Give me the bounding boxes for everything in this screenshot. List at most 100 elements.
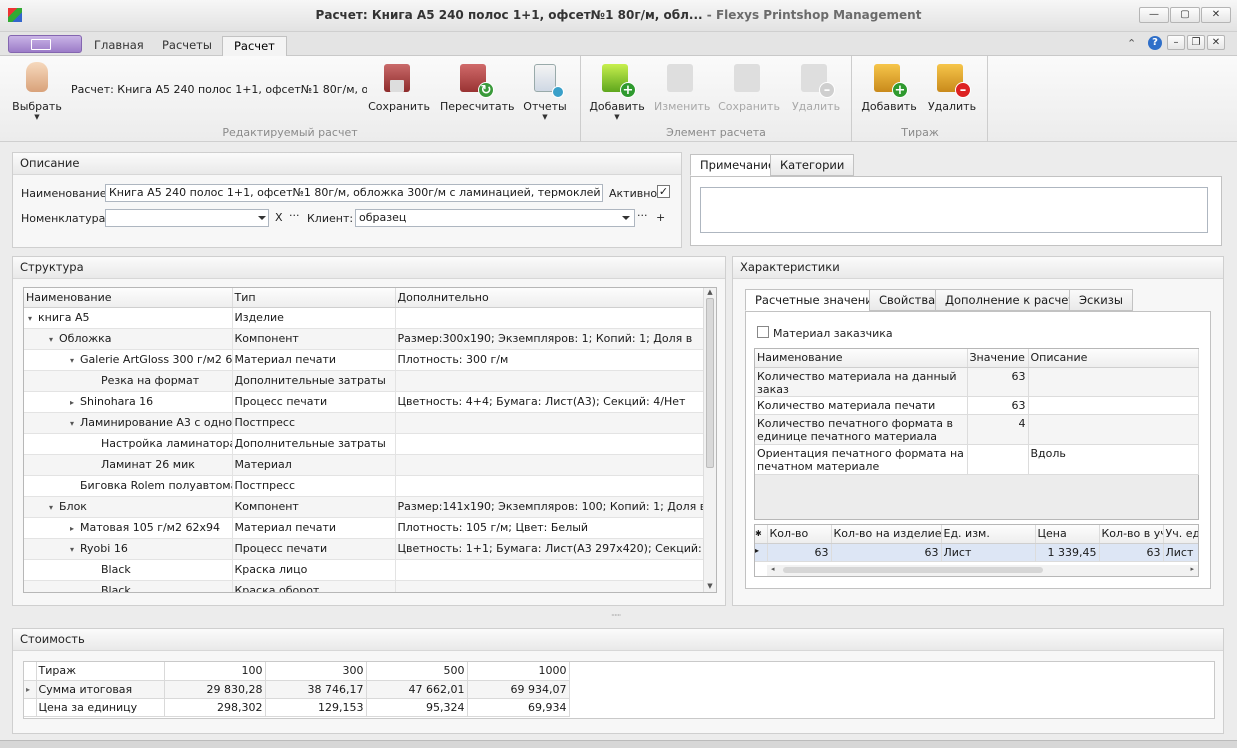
column-header-name[interactable]: Наименование <box>755 349 968 368</box>
tree-cell-name[interactable]: ▾ Обложка <box>24 328 233 350</box>
mdi-restore-button[interactable]: ❐ <box>1187 35 1205 50</box>
column-header-type[interactable]: Тип <box>232 288 396 308</box>
name-input[interactable]: Книга А5 240 полос 1+1, офсет№1 80г/м, о… <box>105 184 603 202</box>
scroll-thumb[interactable] <box>706 298 714 468</box>
add-element-button[interactable]: + Добавить ▼ <box>589 60 645 121</box>
delete-element-button[interactable]: – Удалить <box>788 60 844 113</box>
tree-row[interactable]: ▾ Обложка Компонент Размер:300x190; Экземпл… <box>24 328 705 350</box>
tree-cell-name[interactable]: Биговка Rolem полуавтомат <box>24 475 233 497</box>
tree-scrollbar[interactable]: ▲ ▼ <box>703 288 716 592</box>
tree-row[interactable]: ▸ Shinohara 16 Процесс печати Цветность: 4+… <box>24 391 705 413</box>
column-header-sub-3[interactable]: Цена <box>1035 525 1100 544</box>
tree-row[interactable]: ▾ Блок Компонент Размер:141x190; Экземпляро… <box>24 496 705 518</box>
maximize-button[interactable]: ▢ <box>1170 7 1200 23</box>
value-row[interactable]: Количество материала на данный заказ 63 <box>755 367 1199 397</box>
tree-cell-name[interactable]: ▾ Ламинирование А3 с одной <box>24 412 233 434</box>
tree-row[interactable]: Ламинат 26 мик Материал <box>24 454 705 476</box>
value-row[interactable]: Количество материала печати 63 <box>755 396 1199 415</box>
tree-cell-name[interactable]: Настройка ламинатора <box>24 433 233 455</box>
tree-cell-name[interactable]: ▾ Блок <box>24 496 233 518</box>
column-header-value[interactable]: Значение <box>967 349 1029 368</box>
expand-icon[interactable]: ▸ <box>70 524 80 533</box>
select-button[interactable]: Выбрать ▼ <box>10 60 64 121</box>
cost-row[interactable]: Цена за единицу 298,302 129,153 95,324 69,93… <box>24 698 570 717</box>
column-header-sub-2[interactable]: Ед. изм. <box>941 525 1036 544</box>
value-row[interactable]: Количество печатного формата в единице п… <box>755 414 1199 445</box>
tab-calculated-values[interactable]: Расчетные значения <box>745 289 890 311</box>
tree-cell-name[interactable]: ▸ Матовая 105 г/м2 62x94 <box>24 517 233 539</box>
tree-cell-name[interactable]: ▾ книга А5 <box>24 307 233 329</box>
save-element-button[interactable]: Сохранить <box>718 60 780 113</box>
collapse-icon[interactable]: ▾ <box>70 545 80 554</box>
customer-material-checkbox[interactable] <box>757 326 769 338</box>
clear-nomenclature-button[interactable]: X <box>275 211 283 224</box>
column-header-sub-1[interactable]: Кол-во на изделие <box>831 525 942 544</box>
tree-row[interactable]: ▾ книга А5 Изделие <box>24 307 705 329</box>
expand-icon[interactable]: ▸ <box>70 398 80 407</box>
application-menu-button[interactable] <box>8 35 82 53</box>
client-select[interactable]: образец <box>355 209 635 227</box>
close-button[interactable]: ✕ <box>1201 7 1231 23</box>
edit-element-button[interactable]: Изменить <box>654 60 710 113</box>
tree-cell-name[interactable]: Black <box>24 580 233 592</box>
cost-row[interactable]: ▸ Сумма итоговая 29 830,28 38 746,17 47 662,… <box>24 680 570 699</box>
scroll-thumb[interactable] <box>783 567 1043 573</box>
tab-home[interactable]: Главная <box>83 36 155 56</box>
recalculate-button[interactable]: ↻ Пересчитать <box>440 60 515 113</box>
column-header-description[interactable]: Описание <box>1028 349 1199 368</box>
material-cell-2[interactable]: Лист <box>941 543 1036 562</box>
collapse-icon[interactable]: ▾ <box>49 503 59 512</box>
collapse-icon[interactable]: ▾ <box>49 335 59 344</box>
splitter-grip[interactable]: ······ <box>611 611 621 620</box>
tree-cell-name[interactable]: Black <box>24 559 233 581</box>
material-cell-4[interactable]: 63 <box>1099 543 1164 562</box>
material-hscrollbar[interactable]: ◂ ▸ <box>767 565 1198 576</box>
delete-run-button[interactable]: – Удалить <box>924 60 980 113</box>
column-header-extra[interactable]: Дополнительно <box>395 288 705 308</box>
active-checkbox[interactable]: ✓ <box>657 185 670 198</box>
help-icon[interactable]: ? <box>1148 36 1162 50</box>
tab-sketches[interactable]: Эскизы <box>1069 289 1133 311</box>
chevron-down-icon[interactable] <box>258 216 266 220</box>
browse-nomenclature-button[interactable]: ··· <box>289 209 300 222</box>
mdi-close-button[interactable]: ✕ <box>1207 35 1225 50</box>
browse-client-button[interactable]: ··· <box>637 209 648 222</box>
mdi-minimize-button[interactable]: – <box>1167 35 1185 50</box>
material-cell-0[interactable]: 63 <box>767 543 832 562</box>
expand-icon[interactable]: ▸ <box>24 680 37 699</box>
material-cell-5[interactable]: Лист <box>1163 543 1198 562</box>
tree-cell-name[interactable]: ▸ Shinohara 16 <box>24 391 233 413</box>
nomenclature-select[interactable] <box>105 209 269 227</box>
cost-row[interactable]: Тираж 100 300 500 1000 <box>24 662 570 681</box>
tree-row[interactable]: Black Краска оборот <box>24 580 705 592</box>
note-textarea[interactable] <box>700 187 1208 233</box>
chevron-down-icon[interactable] <box>622 216 630 220</box>
tab-categories[interactable]: Категории <box>770 154 855 176</box>
tree-row[interactable]: ▾ Ryobi 16 Процесс печати Цветность: 1+1; Б… <box>24 538 705 560</box>
column-header-sub-5[interactable]: Уч. ед <box>1163 525 1198 544</box>
collapse-icon[interactable]: ▾ <box>70 356 80 365</box>
tab-calculation[interactable]: Расчет <box>222 36 287 56</box>
material-cell-1[interactable]: 63 <box>831 543 942 562</box>
tab-properties[interactable]: Свойства <box>869 289 946 311</box>
tree-row[interactable]: ▾ Ламинирование А3 с одной Постпресс <box>24 412 705 434</box>
collapse-ribbon-icon[interactable]: ⌃ <box>1127 37 1136 50</box>
tree-row[interactable]: Настройка ламинатора Дополнительные затра… <box>24 433 705 455</box>
collapse-icon[interactable]: ▾ <box>28 314 38 323</box>
column-header-name[interactable]: Наименование <box>24 288 233 308</box>
tree-cell-name[interactable]: ▾ Galerie ArtGloss 300 г/м2 62x <box>24 349 233 371</box>
tree-row[interactable]: ▸ Матовая 105 г/м2 62x94 Материал печати Пл… <box>24 517 705 539</box>
tab-calculations[interactable]: Расчеты <box>151 36 223 56</box>
tree-cell-name[interactable]: Ламинат 26 мик <box>24 454 233 476</box>
save-calculation-button[interactable]: Сохранить <box>368 60 430 113</box>
tree-cell-name[interactable]: Резка на формат <box>24 370 233 392</box>
tree-row[interactable]: Резка на формат Дополнительные затраты <box>24 370 705 392</box>
collapse-icon[interactable]: ▾ <box>70 419 80 428</box>
add-run-button[interactable]: + Добавить <box>860 60 918 113</box>
reports-button[interactable]: Отчеты ▼ <box>520 60 570 121</box>
tree-row[interactable]: ▾ Galerie ArtGloss 300 г/м2 62x Материал п… <box>24 349 705 371</box>
tree-cell-name[interactable]: ▾ Ryobi 16 <box>24 538 233 560</box>
value-row[interactable]: Ориентация печатного формата на печатном… <box>755 444 1199 475</box>
minimize-button[interactable]: — <box>1139 7 1169 23</box>
column-header-sub-4[interactable]: Кол-во в уч <box>1099 525 1164 544</box>
